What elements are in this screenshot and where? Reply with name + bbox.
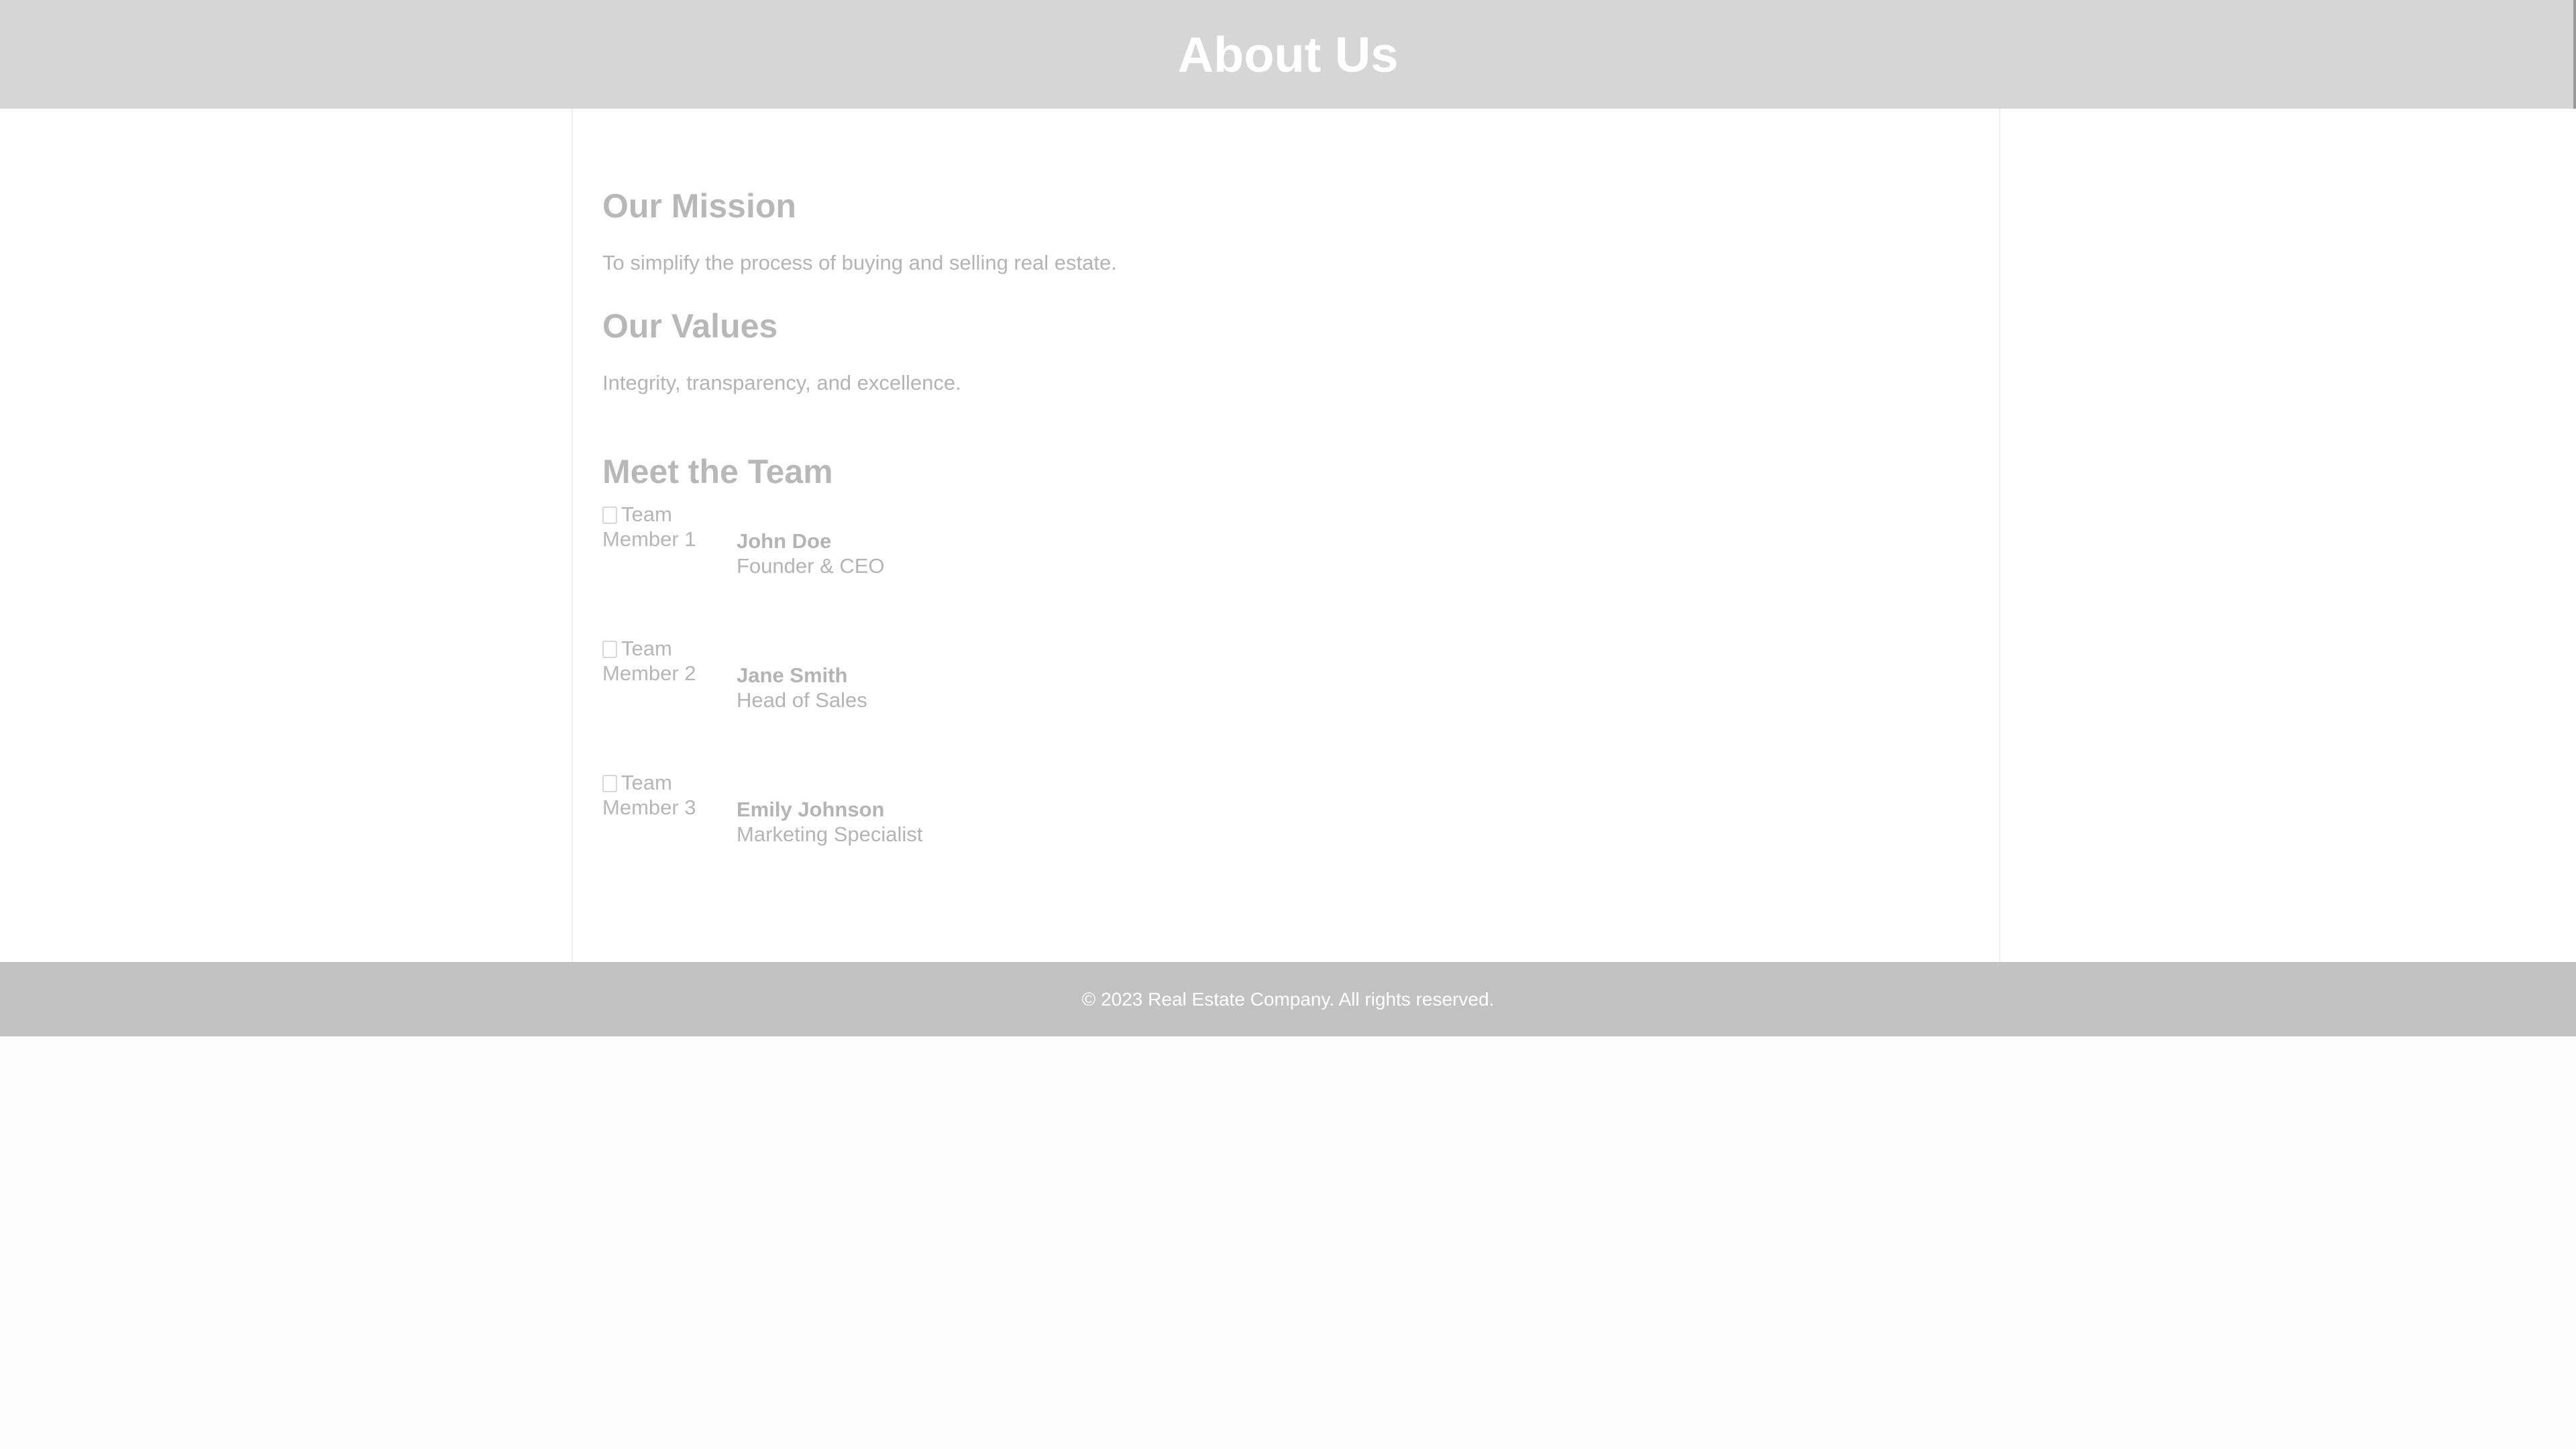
team-member-card: Team Member 1 John Doe Founder & CEO — [602, 502, 1206, 596]
team-member-info: John Doe Founder & CEO — [737, 529, 885, 578]
team-member-name: Emily Johnson — [737, 798, 885, 821]
photo-alt-line2: Member 1 — [602, 527, 696, 551]
team-member-info: Jane Smith Head of Sales — [737, 663, 867, 712]
photo-alt-line1: Team — [621, 637, 672, 660]
team-member-info: Emily Johnson Marketing Specialist — [737, 797, 922, 847]
content-container: Our Mission To simplify the process of b… — [572, 109, 2000, 962]
team-member-role: Founder & CEO — [737, 554, 885, 578]
photo-alt-line2: Member 2 — [602, 661, 696, 685]
photo-alt-line1: Team — [621, 771, 672, 794]
mission-text: To simplify the process of buying and se… — [602, 251, 1117, 274]
values-heading: Our Values — [602, 307, 778, 345]
photo-alt-line1: Team — [621, 502, 672, 526]
values-text: Integrity, transparency, and excellence. — [602, 371, 961, 394]
main-content: Our Mission To simplify the process of b… — [0, 109, 2576, 962]
copyright-text: © 2023 Real Estate Company. All rights r… — [1081, 988, 1495, 1010]
team-member-card: Team Member 3 Emily Johnson Marketing Sp… — [602, 770, 1206, 864]
team-member-photo: Team Member 2 — [602, 636, 710, 716]
team-member-name: John Doe — [737, 529, 832, 553]
team-member-role: Marketing Specialist — [737, 822, 923, 846]
team-member-photo: Team Member 3 — [602, 770, 710, 851]
page-title: About Us — [1177, 26, 1399, 83]
team-member-photo: Team Member 1 — [602, 502, 710, 582]
mission-heading: Our Mission — [602, 187, 796, 225]
broken-image-icon — [602, 775, 617, 792]
page-header: About Us — [0, 0, 2576, 109]
photo-alt-line2: Member 3 — [602, 796, 696, 819]
broken-image-icon — [602, 506, 617, 524]
team-heading: Meet the Team — [602, 453, 833, 490]
team-member-name: Jane Smith — [737, 663, 848, 687]
team-member-role: Head of Sales — [737, 688, 867, 712]
team-member-card: Team Member 2 Jane Smith Head of Sales — [602, 636, 1206, 730]
page-footer: © 2023 Real Estate Company. All rights r… — [0, 962, 2576, 1036]
broken-image-icon — [602, 641, 617, 658]
